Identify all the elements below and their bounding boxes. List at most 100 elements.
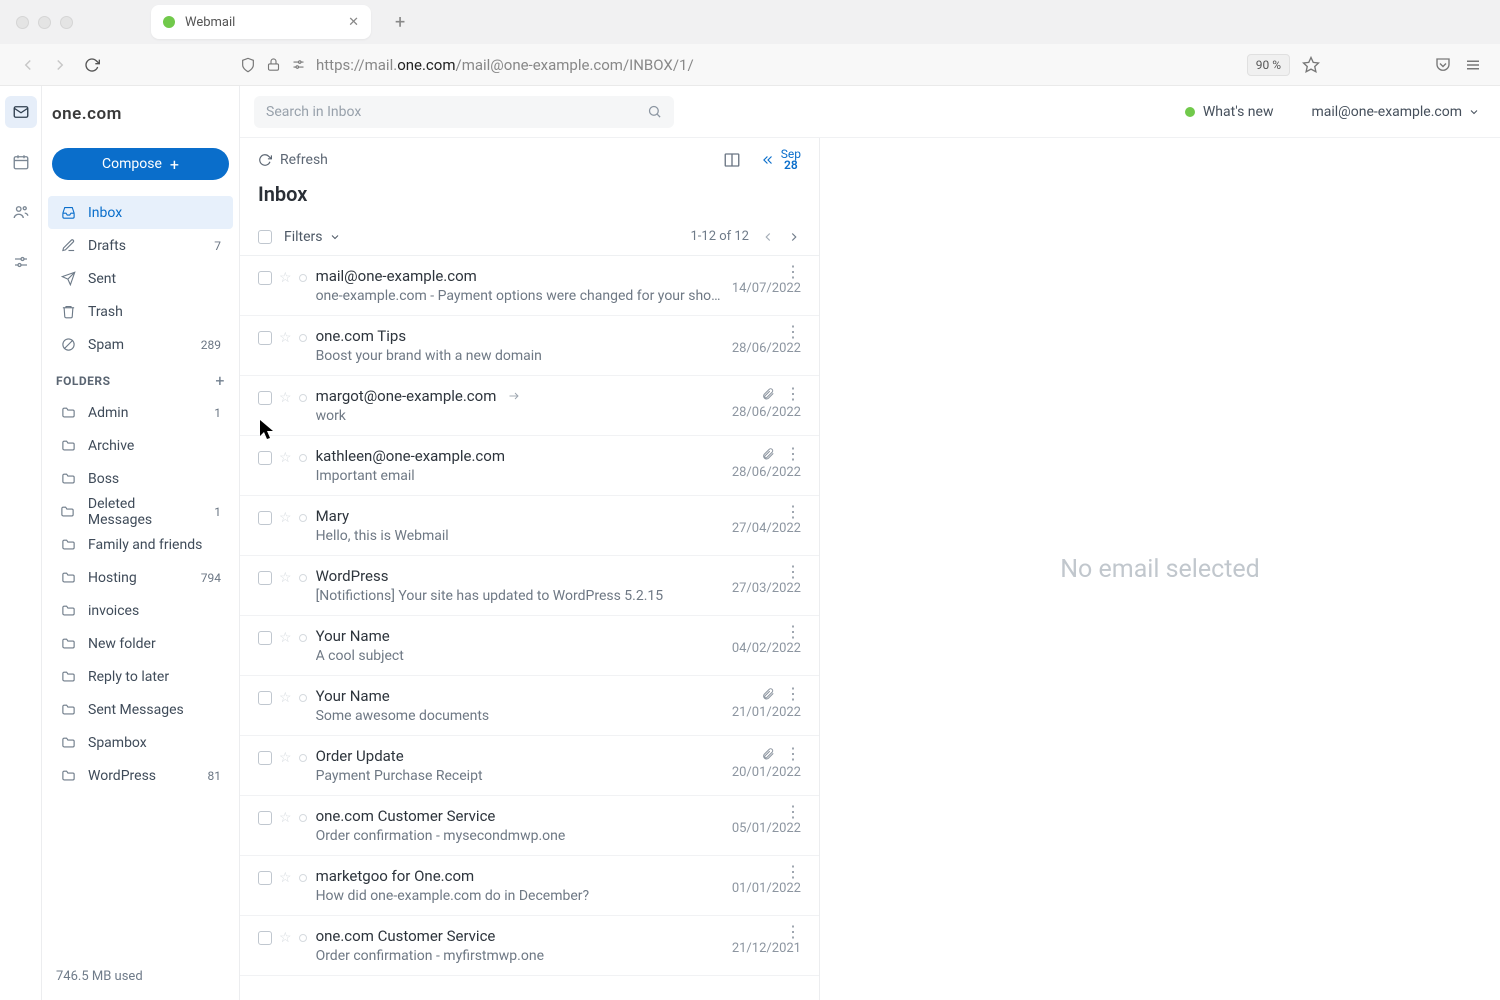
sidebar-item-drafts[interactable]: Drafts 7 [48, 229, 233, 262]
mail-row[interactable]: ☆ kathleen@one-example.com Important ema… [240, 436, 819, 496]
more-dots-icon[interactable]: ⋮ [785, 927, 801, 937]
star-icon[interactable]: ☆ [279, 570, 292, 586]
whats-new-button[interactable]: What's new [1185, 104, 1274, 120]
bookmark-star-icon[interactable] [1302, 56, 1320, 74]
folder-item[interactable]: Family and friends [48, 528, 233, 561]
shield-icon[interactable] [240, 57, 256, 73]
unread-dot-icon[interactable] [299, 754, 307, 762]
unread-dot-icon[interactable] [299, 814, 307, 822]
mail-row[interactable]: ☆ one.com Customer Service Order confirm… [240, 916, 819, 976]
unread-dot-icon[interactable] [299, 514, 307, 522]
mail-row[interactable]: ☆ one.com Customer Service Order confirm… [240, 796, 819, 856]
lock-icon[interactable] [266, 57, 281, 72]
compose-button[interactable]: Compose + [52, 148, 229, 180]
window-zoom-button[interactable] [60, 16, 73, 29]
star-icon[interactable]: ☆ [279, 870, 292, 886]
mail-row[interactable]: ☆ margot@one-example.com work ⋮ 28/06/20… [240, 376, 819, 436]
mail-checkbox[interactable] [258, 931, 272, 945]
mail-row[interactable]: ☆ Your Name A cool subject ⋮ 04/02/2022 [240, 616, 819, 676]
mail-checkbox[interactable] [258, 871, 272, 885]
window-close-button[interactable] [16, 16, 29, 29]
unread-dot-icon[interactable] [299, 334, 307, 342]
star-icon[interactable]: ☆ [279, 390, 292, 406]
reload-button[interactable] [82, 55, 102, 75]
mail-row[interactable]: ☆ marketgoo for One.com How did one-exam… [240, 856, 819, 916]
rail-calendar-icon[interactable] [5, 146, 37, 178]
mail-row[interactable]: ☆ WordPress [Notifictions] Your site has… [240, 556, 819, 616]
folder-item[interactable]: Spambox [48, 726, 233, 759]
more-dots-icon[interactable]: ⋮ [785, 327, 801, 337]
folder-item[interactable]: Sent Messages [48, 693, 233, 726]
more-dots-icon[interactable]: ⋮ [785, 867, 801, 877]
sidebar-item-trash[interactable]: Trash [48, 295, 233, 328]
sidebar-item-sent[interactable]: Sent [48, 262, 233, 295]
mail-checkbox[interactable] [258, 751, 272, 765]
unread-dot-icon[interactable] [299, 934, 307, 942]
unread-dot-icon[interactable] [299, 394, 307, 402]
refresh-button[interactable]: Refresh [258, 152, 328, 168]
mail-row[interactable]: ☆ mail@one-example.com one-example.com -… [240, 256, 819, 316]
folder-item[interactable]: Admin 1 [48, 396, 233, 429]
zoom-level[interactable]: 90 % [1247, 54, 1290, 76]
more-dots-icon[interactable]: ⋮ [785, 807, 801, 817]
more-dots-icon[interactable]: ⋮ [785, 389, 801, 399]
site-settings-icon[interactable] [291, 57, 306, 72]
mail-row[interactable]: ☆ Order Update Payment Purchase Receipt … [240, 736, 819, 796]
star-icon[interactable]: ☆ [279, 510, 292, 526]
unread-dot-icon[interactable] [299, 694, 307, 702]
rail-mail-icon[interactable] [5, 96, 37, 128]
more-dots-icon[interactable]: ⋮ [785, 627, 801, 637]
mail-checkbox[interactable] [258, 451, 272, 465]
filters-button[interactable]: Filters [284, 229, 341, 245]
unread-dot-icon[interactable] [299, 634, 307, 642]
rail-contacts-icon[interactable] [5, 196, 37, 228]
star-icon[interactable]: ☆ [279, 270, 292, 286]
more-dots-icon[interactable]: ⋮ [785, 689, 801, 699]
unread-dot-icon[interactable] [299, 874, 307, 882]
mail-checkbox[interactable] [258, 331, 272, 345]
prev-page-button[interactable] [761, 230, 775, 244]
mail-checkbox[interactable] [258, 811, 272, 825]
sidebar-item-spam[interactable]: Spam 289 [48, 328, 233, 361]
more-dots-icon[interactable]: ⋮ [785, 449, 801, 459]
folder-item[interactable]: Deleted Messages 1 [48, 495, 233, 528]
new-tab-button[interactable]: + [395, 12, 405, 33]
star-icon[interactable]: ☆ [279, 330, 292, 346]
add-folder-button[interactable]: + [215, 371, 225, 390]
star-icon[interactable]: ☆ [279, 690, 292, 706]
star-icon[interactable]: ☆ [279, 630, 292, 646]
mail-row[interactable]: ☆ Your Name Some awesome documents ⋮ 21/… [240, 676, 819, 736]
star-icon[interactable]: ☆ [279, 930, 292, 946]
folder-item[interactable]: Reply to later [48, 660, 233, 693]
url-text[interactable]: https://mail.one.com/mail@one-example.co… [316, 56, 694, 74]
date-widget[interactable]: Sep 28 [761, 149, 801, 171]
folder-item[interactable]: WordPress 81 [48, 759, 233, 792]
mail-checkbox[interactable] [258, 631, 272, 645]
window-minimize-button[interactable] [38, 16, 51, 29]
menu-icon[interactable] [1464, 56, 1482, 74]
more-dots-icon[interactable]: ⋮ [785, 749, 801, 759]
folder-item[interactable]: New folder [48, 627, 233, 660]
star-icon[interactable]: ☆ [279, 810, 292, 826]
folder-item[interactable]: Hosting 794 [48, 561, 233, 594]
folder-item[interactable]: Archive [48, 429, 233, 462]
forward-button[interactable] [50, 55, 70, 75]
back-button[interactable] [18, 55, 38, 75]
unread-dot-icon[interactable] [299, 454, 307, 462]
unread-dot-icon[interactable] [299, 574, 307, 582]
mail-checkbox[interactable] [258, 511, 272, 525]
folder-item[interactable]: Boss [48, 462, 233, 495]
select-all-checkbox[interactable] [258, 230, 272, 244]
browser-tab[interactable]: Webmail ✕ [151, 5, 371, 39]
pocket-icon[interactable] [1434, 56, 1452, 74]
sidebar-item-inbox[interactable]: Inbox [48, 196, 233, 229]
rail-settings-icon[interactable] [5, 246, 37, 278]
mail-checkbox[interactable] [258, 391, 272, 405]
mail-checkbox[interactable] [258, 571, 272, 585]
layout-toggle-icon[interactable] [723, 151, 741, 169]
star-icon[interactable]: ☆ [279, 750, 292, 766]
account-menu[interactable]: mail@one-example.com [1311, 104, 1480, 120]
tab-close-icon[interactable]: ✕ [348, 15, 359, 30]
mail-checkbox[interactable] [258, 691, 272, 705]
more-dots-icon[interactable]: ⋮ [785, 267, 801, 277]
